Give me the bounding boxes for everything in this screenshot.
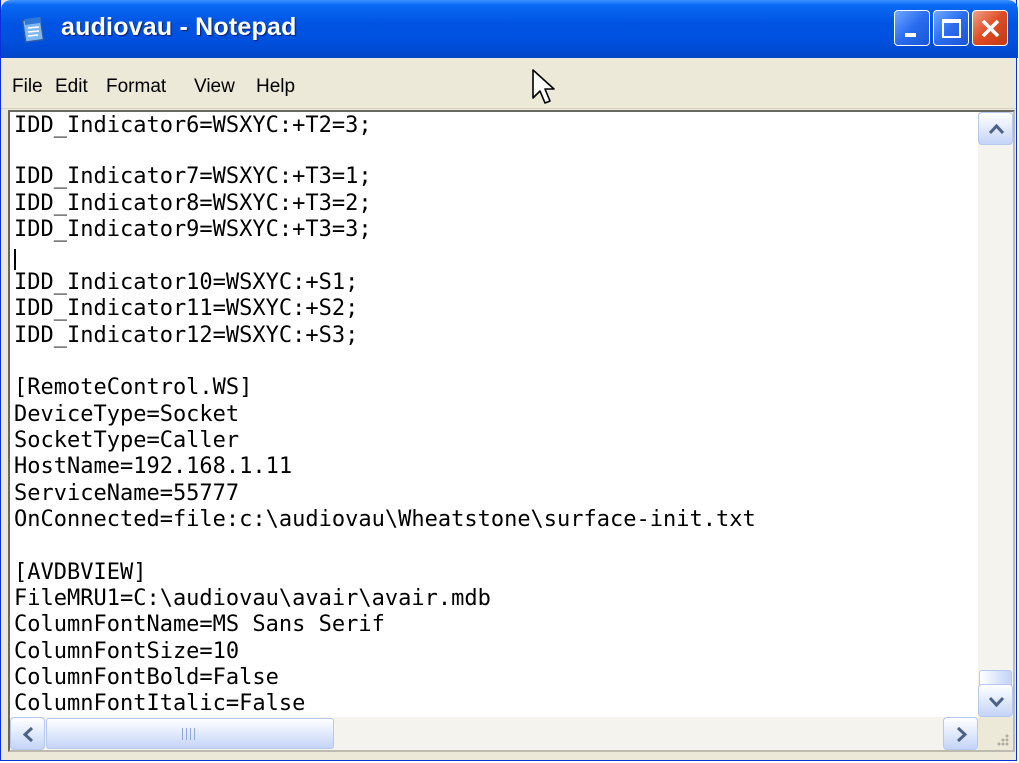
text-line: DeviceType=Socket — [14, 402, 240, 427]
text-line: IDD_Indicator11=WSXYC:+S2; — [14, 296, 359, 321]
scroll-down-arrow-icon — [988, 696, 1005, 708]
text-line: IDD_Indicator8=WSXYC:+T3=2; — [14, 191, 372, 216]
text-line: OnConnected=file:c:\audiovau\Wheatstone\… — [14, 507, 756, 532]
text-line: HostName=192.168.1.11 — [14, 454, 293, 479]
scroll-right-button[interactable] — [943, 717, 978, 750]
menu-file[interactable]: File — [12, 76, 43, 98]
menu-edit[interactable]: Edit — [55, 76, 88, 98]
text-line: [AVDBVIEW] — [14, 560, 147, 585]
notepad-icon[interactable] — [21, 15, 47, 43]
menu-help[interactable]: Help — [256, 76, 295, 98]
scroll-right-arrow-icon — [956, 726, 968, 743]
scroll-up-button[interactable] — [978, 112, 1013, 145]
notepad-window: audiovau - Notepad File Edit Format View… — [0, 0, 1018, 761]
maximize-button[interactable] — [933, 10, 969, 46]
text-editor[interactable]: IDD_Indicator6=WSXYC:+T2=3; IDD_Indicato… — [8, 110, 1015, 752]
close-button[interactable] — [972, 10, 1008, 46]
close-icon — [981, 19, 1000, 38]
text-line: ColumnFontBold=False — [14, 665, 279, 690]
thumb-grip — [190, 728, 191, 740]
scroll-up-arrow-icon — [988, 123, 1005, 135]
text-line: IDD_Indicator6=WSXYC:+T2=3; — [14, 113, 372, 138]
text-line: SocketType=Caller — [14, 428, 240, 453]
menu-view[interactable]: View — [194, 76, 235, 98]
menu-bar: File Edit Format View Help — [1, 58, 1016, 109]
text-caret — [14, 249, 16, 270]
scroll-left-arrow-icon — [22, 726, 34, 743]
text-line: [RemoteControl.WS] — [14, 375, 253, 400]
thumb-grip — [186, 728, 187, 740]
minimize-icon — [905, 33, 916, 37]
scroll-left-button[interactable] — [10, 717, 45, 750]
horizontal-scrollbar[interactable] — [10, 717, 978, 750]
text-line: ColumnFontName=MS Sans Serif — [14, 612, 385, 637]
window-title: audiovau - Notepad — [61, 13, 297, 41]
menu-format[interactable]: Format — [106, 76, 166, 98]
maximize-icon — [942, 19, 961, 38]
title-bar[interactable]: audiovau - Notepad — [1, 0, 1018, 58]
vertical-scrollbar[interactable] — [978, 112, 1013, 717]
text-line: ColumnFontSize=10 — [14, 639, 240, 664]
text-line: IDD_Indicator7=WSXYC:+T3=1; — [14, 164, 372, 189]
text-content-area[interactable]: IDD_Indicator6=WSXYC:+T2=3; IDD_Indicato… — [10, 112, 978, 717]
text-line: IDD_Indicator10=WSXYC:+S1; — [14, 270, 359, 295]
text-line: ServiceName=55777 — [14, 481, 240, 506]
thumb-grip — [194, 728, 195, 740]
thumb-grip — [182, 728, 183, 740]
text-line: FileMRU1=C:\audiovau\avair\avair.mdb — [14, 586, 491, 611]
text-line: IDD_Indicator12=WSXYC:+S3; — [14, 323, 359, 348]
size-grip[interactable] — [978, 717, 1013, 750]
scroll-down-button[interactable] — [978, 684, 1013, 717]
mouse-pointer-icon — [532, 69, 555, 104]
horizontal-scroll-thumb[interactable] — [46, 718, 334, 749]
minimize-button[interactable] — [894, 10, 930, 46]
resize-grip-icon — [997, 734, 1009, 746]
text-line: ColumnFontItalic=False — [14, 691, 306, 716]
text-line: IDD_Indicator9=WSXYC:+T3=3; — [14, 217, 372, 242]
